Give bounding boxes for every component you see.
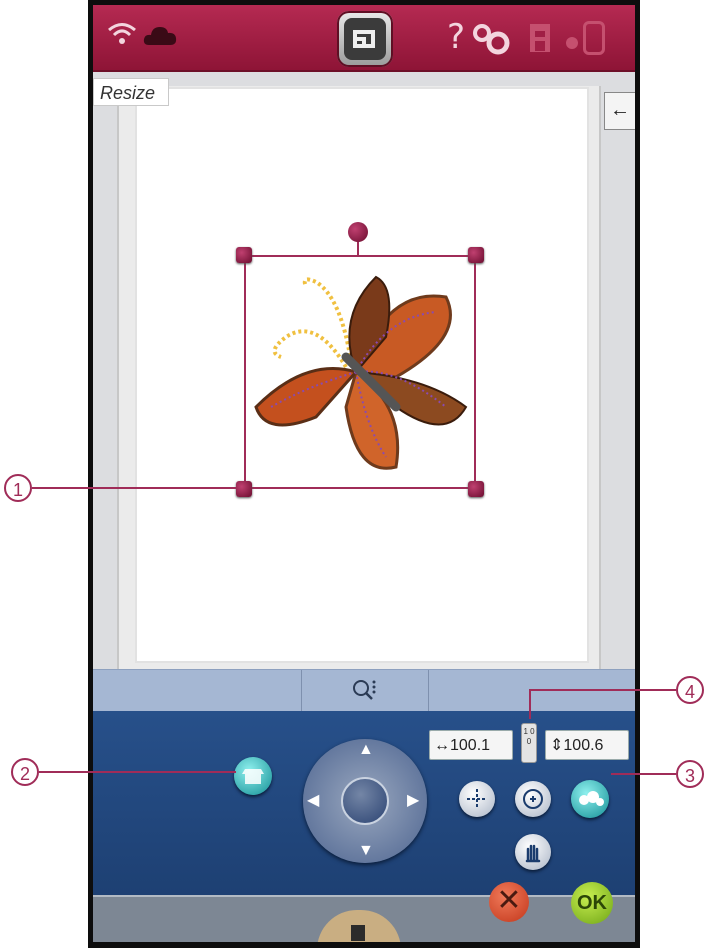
height-arrows-icon: ⇕ bbox=[550, 737, 564, 754]
move-button[interactable] bbox=[459, 781, 495, 817]
grid-shirt-icon bbox=[242, 769, 264, 784]
proportion-lock-button[interactable]: 1 0 0 bbox=[521, 723, 537, 763]
document-icon bbox=[351, 925, 365, 941]
tablet-icon[interactable] bbox=[583, 21, 605, 55]
callout-1: 1 bbox=[4, 474, 32, 502]
ok-button[interactable]: OK bbox=[571, 882, 613, 924]
width-field[interactable]: ↔100.1 bbox=[429, 730, 513, 760]
design-options-button[interactable] bbox=[571, 780, 609, 818]
callout-4-stem bbox=[529, 689, 531, 719]
up-arrow-icon[interactable]: ▲ bbox=[358, 741, 374, 759]
move-arrows-icon bbox=[467, 789, 487, 809]
resize-handle-top-right[interactable] bbox=[468, 247, 484, 263]
callout-1-line bbox=[32, 487, 237, 489]
callout-2: 2 bbox=[11, 758, 39, 786]
mode-label: Resize bbox=[93, 78, 169, 106]
selection-frame bbox=[244, 255, 476, 489]
width-value: 100.1 bbox=[450, 737, 491, 754]
home-icon bbox=[344, 18, 386, 60]
resize-stitches-button[interactable] bbox=[234, 757, 272, 795]
hand-icon bbox=[525, 844, 541, 863]
dpad-center-button[interactable] bbox=[341, 777, 389, 825]
down-arrow-icon[interactable]: ▼ bbox=[358, 842, 374, 860]
right-arrow-icon[interactable]: ▶ bbox=[407, 790, 419, 810]
resize-handle-bottom-left[interactable] bbox=[236, 481, 252, 497]
help-icon[interactable]: ? bbox=[447, 19, 465, 55]
pan-button[interactable] bbox=[515, 834, 551, 870]
left-arrow-icon[interactable]: ◀ bbox=[307, 790, 319, 810]
machine-seat-icon[interactable] bbox=[527, 21, 555, 55]
callout-3: 3 bbox=[676, 760, 704, 788]
indicator-dot-icon bbox=[566, 37, 578, 49]
rotation-handle[interactable] bbox=[348, 222, 368, 242]
cloud-icon[interactable] bbox=[143, 23, 177, 47]
callout-3-line bbox=[611, 773, 676, 775]
width-arrows-icon: ↔ bbox=[434, 737, 450, 754]
wifi-icon bbox=[108, 23, 136, 44]
embroidery-canvas[interactable]: Resize ← bbox=[93, 72, 635, 669]
cancel-button[interactable]: ✕ bbox=[489, 882, 529, 922]
callout-4: 4 bbox=[676, 676, 704, 704]
height-value: 100.6 bbox=[563, 737, 604, 754]
rotation-handle-stem bbox=[357, 241, 359, 255]
zoom-options-icon[interactable] bbox=[351, 678, 377, 704]
position-dpad[interactable]: ▲ ▼ ◀ ▶ bbox=[303, 739, 427, 863]
settings-icon[interactable] bbox=[472, 23, 512, 57]
rotate-icon bbox=[523, 789, 543, 809]
divider bbox=[301, 670, 302, 712]
top-status-bar: ? bbox=[93, 5, 635, 72]
rotate-button[interactable] bbox=[515, 781, 551, 817]
resize-handle-bottom-right[interactable] bbox=[468, 481, 484, 497]
machine-screen: ? Resize ← ▲ ▼ ◀ ▶ ↔100.1 1 0 0 ⇕100.6 ✕… bbox=[93, 5, 635, 942]
callout-2-line bbox=[39, 771, 236, 773]
home-button[interactable] bbox=[337, 11, 393, 67]
resize-handle-top-left[interactable] bbox=[236, 247, 252, 263]
callout-4-line bbox=[529, 689, 676, 691]
divider bbox=[428, 670, 429, 712]
height-field[interactable]: ⇕100.6 bbox=[545, 730, 629, 760]
flowers-icon bbox=[579, 791, 604, 806]
collapse-panel-button[interactable]: ← bbox=[604, 92, 635, 130]
